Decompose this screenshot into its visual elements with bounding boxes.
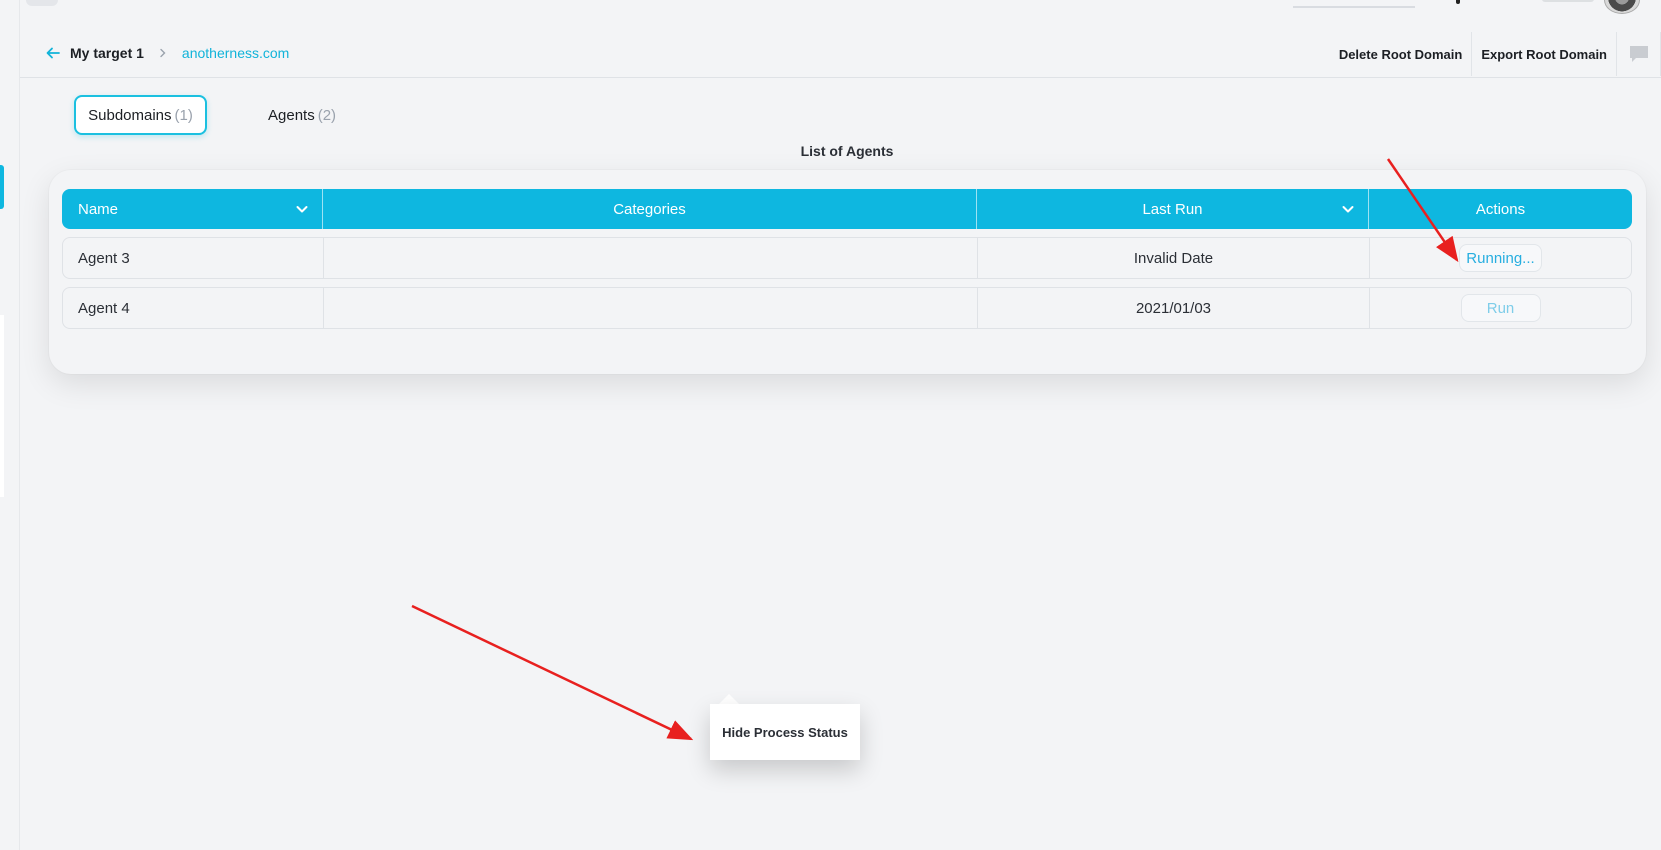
column-header-label: Categories: [613, 200, 686, 218]
user-name[interactable]: [1542, 0, 1594, 2]
notification-icon[interactable]: [1456, 0, 1460, 4]
agent-actions: Run: [1370, 288, 1631, 328]
breadcrumb-target[interactable]: My target 1: [70, 45, 144, 61]
comment-icon[interactable]: [1617, 32, 1661, 76]
tab-subdomains[interactable]: Subdomains (1): [74, 95, 207, 135]
delete-root-domain-button[interactable]: Delete Root Domain: [1330, 32, 1473, 76]
tab-count: (2): [317, 106, 337, 124]
sidebar-border: [19, 0, 20, 850]
tab-agents[interactable]: Agents (2): [268, 95, 336, 135]
sidebar-active-indicator: [0, 165, 4, 209]
breadcrumb-bar: My target 1 anotherness.com Delete Root …: [20, 30, 1661, 78]
column-header-last-run[interactable]: Last Run: [977, 189, 1369, 229]
column-header-label: Name: [78, 200, 119, 218]
running-status-button[interactable]: Running...: [1459, 244, 1542, 272]
breadcrumb: My target 1 anotherness.com: [44, 41, 289, 65]
chevron-down-icon[interactable]: [294, 201, 310, 217]
table-row: Agent 3 Invalid Date Running...: [62, 237, 1632, 279]
sidebar-panel-edge: [0, 315, 4, 497]
annotation-arrow: [411, 604, 694, 741]
agent-last-run: 2021/01/03: [978, 288, 1370, 328]
page-actions: Delete Root Domain Export Root Domain: [1330, 30, 1661, 78]
tab-count: (1): [174, 106, 193, 124]
search-input-underline[interactable]: [1293, 6, 1415, 8]
agent-categories: [324, 288, 978, 328]
tab-label: Subdomains: [88, 106, 172, 124]
table-row: Agent 4 2021/01/03 Run: [62, 287, 1632, 329]
menu-toggle[interactable]: [26, 0, 58, 6]
column-header-label: Actions: [1475, 200, 1526, 218]
agent-name: Agent 4: [63, 288, 324, 328]
export-root-domain-button[interactable]: Export Root Domain: [1472, 32, 1617, 76]
chevron-down-icon[interactable]: [1340, 201, 1356, 217]
column-header-label: Last Run: [1142, 200, 1203, 218]
avatar[interactable]: [1604, 0, 1640, 14]
agent-last-run: Invalid Date: [978, 238, 1370, 278]
agent-categories: [324, 238, 978, 278]
section-title: List of Agents: [800, 143, 894, 159]
column-header-name[interactable]: Name: [62, 189, 323, 229]
column-header-categories: Categories: [323, 189, 977, 229]
tab-label: Agents: [268, 106, 315, 124]
top-header-remnant: [0, 0, 1661, 14]
column-header-actions: Actions: [1369, 189, 1632, 229]
run-button[interactable]: Run: [1460, 294, 1541, 322]
chevron-right-icon: [158, 48, 168, 58]
hide-process-status-button[interactable]: Hide Process Status: [710, 704, 860, 760]
breadcrumb-domain[interactable]: anotherness.com: [182, 45, 289, 61]
arrow-left-icon[interactable]: [44, 44, 62, 62]
agent-name: Agent 3: [63, 238, 324, 278]
agent-actions: Running...: [1370, 238, 1631, 278]
agents-table-card: Name Categories Last Run Actions Agent 3…: [49, 170, 1646, 374]
table-header: Name Categories Last Run Actions: [62, 189, 1632, 229]
